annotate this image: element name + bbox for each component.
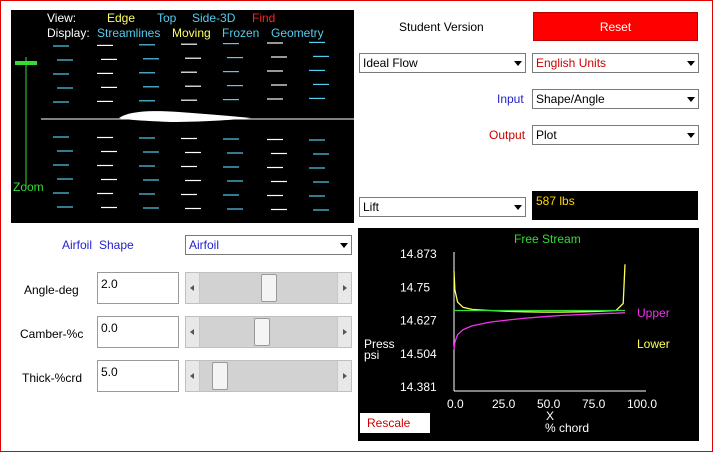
units-value: English Units [536,56,607,70]
input-value: Shape/Angle [536,92,605,106]
legend-lower: Lower [637,337,670,351]
y-tick-label: 14.627 [400,314,437,328]
chart-title: Free Stream [514,232,581,246]
output-value: Plot [536,128,557,142]
y-tick-label: 14.75 [400,280,430,294]
input-select[interactable]: Shape/Angle [532,89,699,109]
view-option-side-3d[interactable]: Side-3D [192,11,235,25]
camber-slider-right-button[interactable] [337,317,351,347]
thickness-slider[interactable] [185,360,352,392]
result-type-value: Lift [363,200,380,214]
camber-value: 0.0 [101,321,118,335]
view-label: View: [47,11,77,25]
output-select[interactable]: Plot [532,125,699,145]
arrow-right-icon [343,285,347,291]
arrow-left-icon [190,373,194,379]
x-axis-label-line2: % chord [545,421,589,435]
thickness-input[interactable]: 5.0 [97,360,179,392]
streamline-canvas[interactable] [11,10,354,223]
display-option-streamlines[interactable]: Streamlines [97,26,160,40]
thickness-slider-left-button[interactable] [186,361,200,391]
pressure-plot-panel: Free Stream 14.873 14.75 14.627 14.504 14.381… [358,228,699,441]
angle-slider-left-button[interactable] [186,273,200,303]
x-tick-label: 100.0 [627,397,657,411]
shape-value: Airfoil [189,238,220,252]
y-tick-label: 14.873 [400,247,437,261]
arrow-right-icon [343,373,347,379]
series-upper [453,312,626,350]
angle-value: 2.0 [101,277,118,291]
thickness-value: 5.0 [101,365,118,379]
y-axis-label-line2: psi [364,348,379,362]
y-tick-label: 14.381 [400,380,437,394]
legend-upper: Upper [637,306,670,320]
thickness-slider-thumb[interactable] [212,362,229,390]
pressure-plot: Free Stream 14.873 14.75 14.627 14.504 14.381… [364,232,670,435]
flow-type-select[interactable]: Ideal Flow [359,53,526,73]
reset-button[interactable]: Reset [533,12,698,41]
input-label: Input [497,92,524,106]
series-lower [453,264,626,313]
zoom-label: Zoom [13,180,44,194]
camber-slider[interactable] [185,316,352,348]
y-tick-label: 14.504 [400,347,437,361]
display-option-moving[interactable]: Moving [172,26,211,40]
chevron-down-icon [514,61,522,66]
x-tick-label: 0.0 [447,397,464,411]
chevron-down-icon [514,205,522,210]
camber-label: Camber-%c [20,327,84,341]
lift-readout: 587 lbs [532,191,698,220]
chevron-down-icon [687,61,695,66]
chevron-down-icon [687,97,695,102]
shape-label: Shape [99,238,134,252]
airfoil-label: Airfoil [62,238,93,252]
zoom-handle[interactable] [15,61,37,65]
student-version-label: Student Version [399,20,484,34]
angle-label: Angle-deg [24,283,79,297]
camber-slider-thumb[interactable] [254,318,271,346]
display-option-frozen[interactable]: Frozen [222,26,259,40]
x-tick-label: 25.0 [492,397,516,411]
output-label: Output [489,128,526,142]
display-label: Display: [47,26,90,40]
view-option-top[interactable]: Top [157,11,176,25]
display-option-geometry[interactable]: Geometry [271,26,324,40]
airfoil-shape [119,111,251,122]
arrow-left-icon [190,329,194,335]
view-option-edge[interactable]: Edge [107,11,135,25]
angle-slider-right-button[interactable] [337,273,351,303]
flow-type-value: Ideal Flow [363,56,418,70]
camber-input[interactable]: 0.0 [97,316,179,348]
rescale-button[interactable]: Rescale [360,413,430,433]
arrow-left-icon [190,285,194,291]
thickness-label: Thick-%crd [22,371,83,385]
shape-select[interactable]: Airfoil [185,235,352,255]
thickness-slider-right-button[interactable] [337,361,351,391]
angle-input[interactable]: 2.0 [97,272,179,304]
flow-view-panel[interactable]: View: Edge Top Side-3D Find Display: Str… [11,10,354,223]
units-select[interactable]: English Units [532,53,699,73]
angle-slider-thumb[interactable] [260,274,277,302]
camber-slider-left-button[interactable] [186,317,200,347]
angle-slider[interactable] [185,272,352,304]
result-type-select[interactable]: Lift [359,197,526,217]
chevron-down-icon [340,243,348,248]
view-option-find[interactable]: Find [252,11,275,25]
x-tick-label: 75.0 [582,397,606,411]
chevron-down-icon [687,133,695,138]
arrow-right-icon [343,329,347,335]
